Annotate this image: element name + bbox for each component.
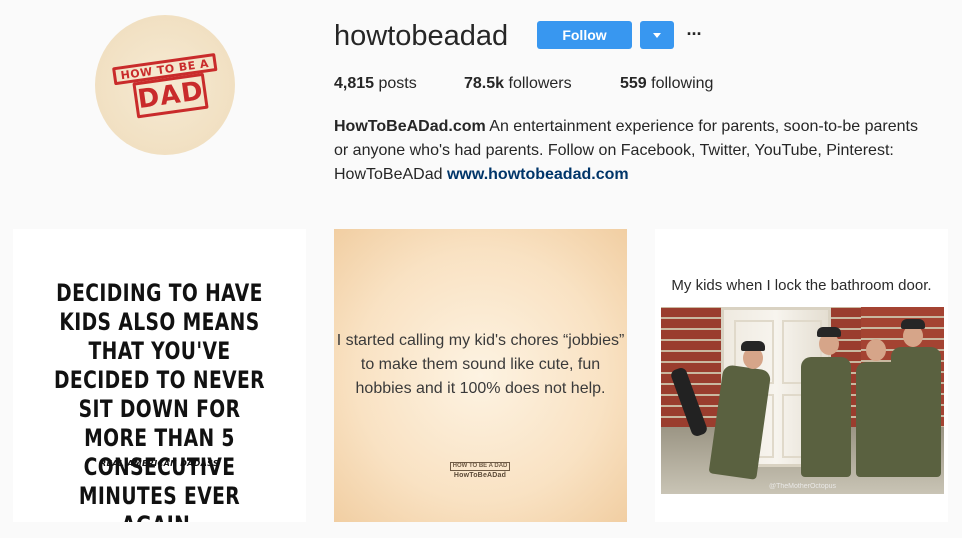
post-tile[interactable]: DECIDING TO HAVE KIDS ALSO MEANS THAT YO… xyxy=(13,229,306,522)
bio-website-link[interactable]: www.howtobeadad.com xyxy=(447,166,629,183)
follow-button[interactable]: Follow xyxy=(537,21,632,49)
post-tile[interactable]: I started calling my kid's chores “jobbi… xyxy=(334,229,627,522)
post-image-text: DECIDING TO HAVE KIDS ALSO MEANS THAT YO… xyxy=(53,279,265,522)
profile-bio: HowToBeADad.com An entertainment experie… xyxy=(334,115,934,187)
posts-count: 4,815 xyxy=(334,75,375,92)
post-photo: @TheMotherOctopus xyxy=(661,307,944,494)
following-count: 559 xyxy=(620,75,647,92)
followers-count: 78.5k xyxy=(464,75,505,92)
post-watermark-logo: HOW TO BE A DAD HowToBeADad xyxy=(445,454,515,479)
followers-label: followers xyxy=(508,75,572,92)
officer-figure xyxy=(801,357,851,477)
posts-label: posts xyxy=(378,75,417,92)
officer-figure xyxy=(891,347,941,477)
post-logo-stamp: HOW TO BE A DAD xyxy=(449,462,511,471)
bio-name: HowToBeADad.com xyxy=(334,118,486,135)
post-tile[interactable]: My kids when I lock the bathroom door. @… xyxy=(655,229,948,522)
post-image-caption: My kids when I lock the bathroom door. xyxy=(671,277,932,294)
profile-username: howtobeadad xyxy=(334,20,509,52)
suggested-dropdown-button[interactable] xyxy=(640,21,674,49)
followers-stat[interactable]: 78.5k followers xyxy=(464,74,572,94)
post-image-signature: REAL AMERICAN DADASS xyxy=(100,459,219,468)
post-logo-name: HowToBeADad xyxy=(453,472,507,479)
posts-stat: 4,815 posts xyxy=(334,74,417,94)
avatar-logo: HOW TO BE A DAD xyxy=(112,53,222,119)
photo-watermark: @TheMotherOctopus xyxy=(768,483,837,490)
following-stat[interactable]: 559 following xyxy=(620,74,713,94)
post-image-text: I started calling my kid's chores “jobbi… xyxy=(336,332,625,397)
profile-avatar[interactable]: HOW TO BE A DAD xyxy=(95,15,235,155)
more-options-button[interactable]: ··· xyxy=(684,22,704,46)
following-label: following xyxy=(651,75,714,92)
chevron-down-icon xyxy=(653,33,661,38)
